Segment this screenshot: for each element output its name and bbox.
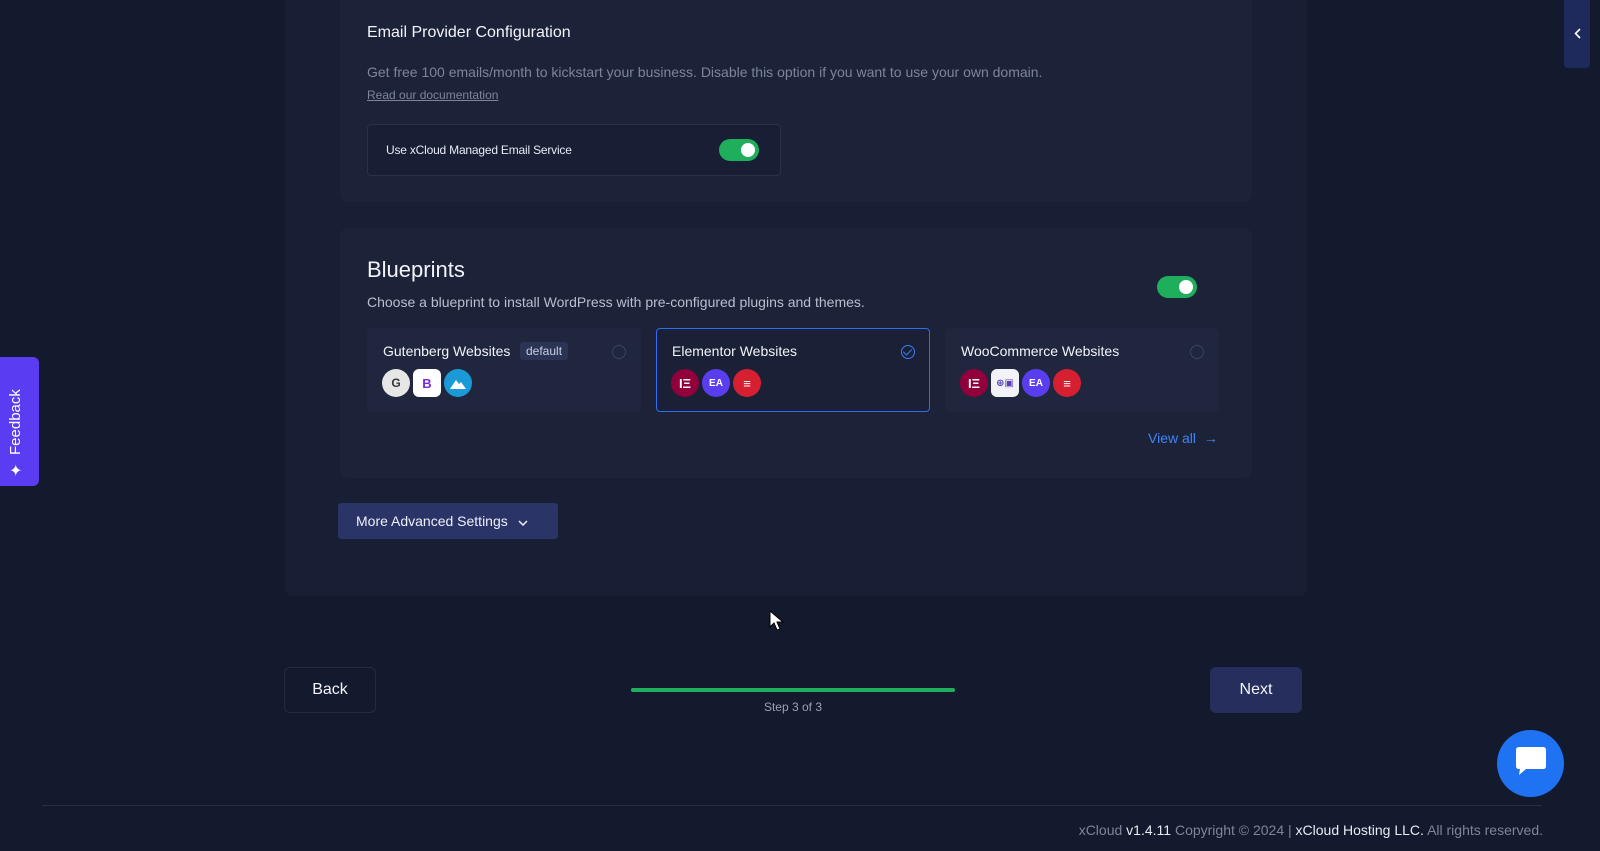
blueprint-name: Elementor Websites	[672, 343, 798, 359]
step-progress-bar	[631, 688, 955, 692]
email-service-label: Use xCloud Managed Email Service	[386, 143, 572, 157]
chat-bubble-icon	[1514, 746, 1548, 781]
footer-copyright: Copyright © 2024 |	[1174, 822, 1292, 838]
elementor-icon: IΞ	[671, 369, 699, 397]
elementor-icon: IΞ	[960, 369, 988, 397]
read-documentation-link[interactable]: Read our documentation	[367, 88, 498, 102]
plugin-icons: G B	[382, 369, 472, 397]
step-label: Step 3 of 3	[763, 700, 823, 714]
email-provider-title: Email Provider Configuration	[367, 24, 571, 41]
feedback-tab[interactable]: Feedback ✦	[0, 357, 39, 486]
blueprint-radio-checked-icon[interactable]	[901, 345, 915, 359]
blueprint-card-gutenberg[interactable]: Gutenberg Websites default G B	[367, 328, 641, 412]
step-progress-fill	[631, 688, 955, 692]
view-all-label: View all	[1148, 430, 1196, 446]
next-button[interactable]: Next	[1210, 667, 1302, 713]
footer-brand: xCloud	[1078, 822, 1123, 838]
footer-company: xCloud Hosting LLC.	[1295, 822, 1424, 838]
back-button[interactable]: Back	[284, 667, 376, 713]
footer-rights: All rights reserved.	[1427, 822, 1543, 838]
plugin-icons: IΞ EA ≡	[671, 369, 761, 397]
sparkle-icon: ✦	[9, 463, 23, 480]
toggle-knob	[741, 143, 755, 157]
chevron-down-icon	[518, 513, 528, 529]
blueprint-radio[interactable]	[612, 345, 626, 359]
more-advanced-settings-button[interactable]: More Advanced Settings	[338, 503, 558, 539]
chat-support-button[interactable]	[1497, 730, 1564, 797]
blueprint-name: Gutenberg Websites	[383, 343, 511, 359]
footer-version: v1.4.11	[1126, 822, 1172, 838]
footer: xCloud v1.4.11 Copyright © 2024 | xCloud…	[1079, 822, 1543, 838]
mouse-cursor-icon	[769, 609, 785, 637]
gutenberg-icon: G	[382, 369, 410, 397]
blueprint-name: WooCommerce Websites	[961, 343, 1120, 359]
chevron-left-icon	[1573, 26, 1581, 42]
email-service-option: Use xCloud Managed Email Service	[367, 124, 781, 176]
blocksy-icon: B	[413, 369, 441, 397]
view-all-link[interactable]: View all →	[1148, 430, 1218, 446]
blueprint-card-woocommerce[interactable]: WooCommerce Websites IΞ ⊕▣ EA ≡	[945, 328, 1219, 412]
blueprint-card-elementor[interactable]: Elementor Websites IΞ EA ≡	[656, 328, 930, 412]
essential-addons-icon: EA	[702, 369, 730, 397]
blueprints-title: Blueprints	[367, 257, 465, 282]
toggle-knob	[1179, 280, 1193, 294]
plugin-red-icon: ≡	[1053, 369, 1081, 397]
plugin-icons: IΞ ⊕▣ EA ≡	[960, 369, 1081, 397]
advanced-settings-label: More Advanced Settings	[356, 513, 508, 529]
email-provider-description: Get free 100 emails/month to kickstart y…	[367, 64, 1043, 80]
plugin-red-icon: ≡	[733, 369, 761, 397]
feedback-label: Feedback	[7, 389, 24, 455]
default-badge: default	[520, 342, 569, 360]
blueprint-radio[interactable]	[1190, 345, 1204, 359]
blueprints-description: Choose a blueprint to install WordPress …	[367, 294, 865, 310]
email-service-toggle[interactable]	[719, 139, 759, 161]
sidebar-collapse-button[interactable]	[1564, 0, 1590, 68]
arrow-right-icon: →	[1203, 430, 1218, 446]
footer-divider	[42, 805, 1542, 806]
woo-builder-icon: ⊕▣	[991, 369, 1019, 397]
mountain-icon	[444, 369, 472, 397]
essential-addons-icon: EA	[1022, 369, 1050, 397]
blueprints-toggle[interactable]	[1157, 276, 1197, 298]
